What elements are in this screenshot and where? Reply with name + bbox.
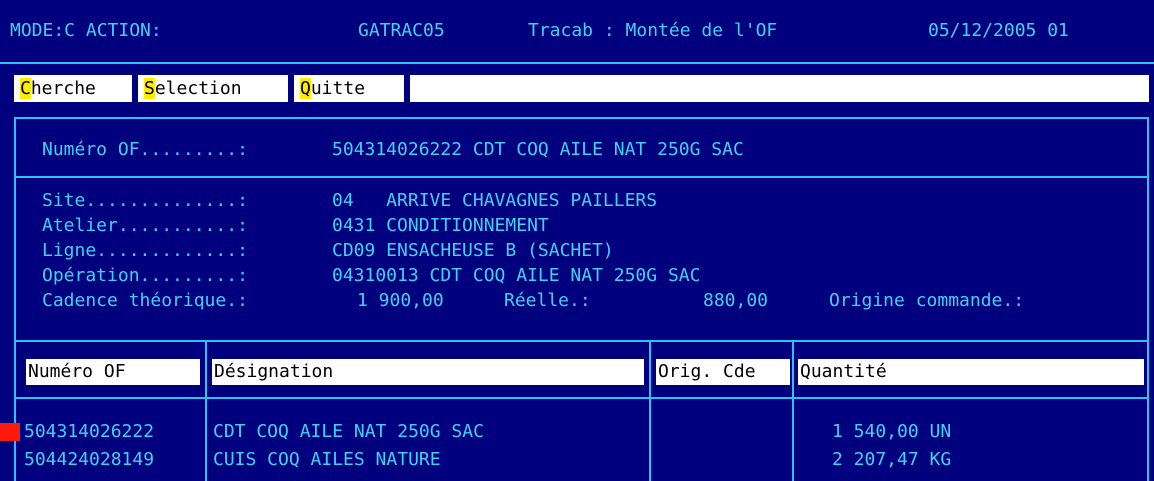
program-name: GATRAC05 [358, 20, 445, 41]
reelle-label: Réelle.: [504, 290, 591, 311]
row-2-designation[interactable]: CUIS COQ AILES NATURE [213, 448, 441, 472]
atelier-value: 0431 CONDITIONNEMENT [332, 215, 549, 236]
menu-separator [404, 75, 410, 102]
mode-indicator: MODE:C ACTION: [10, 20, 162, 41]
details-divider [16, 340, 1147, 342]
site-value: 04 ARRIVE CHAVAGNES PAILLERS [332, 190, 658, 211]
row-2-numero[interactable]: 504424028149 [24, 448, 154, 472]
atelier-label: Atelier...........: [42, 215, 248, 236]
of-value: 504314026222 CDT COQ AILE NAT 250G SAC [332, 139, 744, 160]
site-label: Site..............: [42, 190, 248, 211]
column-header-orig-cde[interactable]: Orig. Cde [656, 359, 790, 385]
menu-separator [132, 75, 138, 102]
operation-value: 04310013 CDT COQ AILE NAT 250G SAC [332, 265, 701, 286]
header-date: 05/12/2005 01 [928, 20, 1069, 41]
quitte-label: uitte [310, 78, 366, 99]
column-header-numero[interactable]: Numéro OF [26, 359, 200, 385]
row-1-designation[interactable]: CDT COQ AILE NAT 250G SAC [213, 420, 484, 444]
menu-separator [288, 75, 294, 102]
selection-button[interactable]: Selection [144, 77, 242, 100]
column-separator [205, 342, 207, 481]
reelle-value: 880,00 [703, 290, 769, 311]
header-divider [0, 62, 1154, 64]
quitte-button[interactable]: Quitte [300, 77, 365, 100]
screen-title: Tracab : Montée de l'OF [528, 20, 778, 41]
cherche-button[interactable]: Cherche [20, 77, 96, 100]
column-header-designation[interactable]: Désignation [212, 359, 644, 385]
current-row-marker [0, 423, 20, 441]
row-2-quantite[interactable]: 2 207,47 KG [832, 448, 951, 472]
operation-label: Opération.........: [42, 265, 248, 286]
ligne-label: Ligne.............: [42, 240, 248, 261]
cherche-hotkey: C [20, 78, 31, 99]
column-separator [649, 342, 651, 481]
selection-label: election [154, 78, 242, 99]
row-1-quantite[interactable]: 1 540,00 UN [832, 420, 951, 444]
cadence-label: Cadence théorique.: [42, 290, 248, 311]
cadence-value: 1 900,00 [357, 290, 444, 311]
column-header-quantite[interactable]: Quantité [798, 359, 1144, 385]
row-1-numero[interactable]: 504314026222 [24, 420, 154, 444]
cherche-label: herche [30, 78, 96, 99]
menu-bar: Cherche Selection Quitte [14, 75, 1149, 102]
table-header-divider [16, 397, 1147, 399]
column-separator [792, 342, 794, 481]
of-divider [16, 176, 1147, 178]
quitte-hotkey: Q [300, 78, 311, 99]
ligne-value: CD09 ENSACHEUSE B (SACHET) [332, 240, 614, 261]
origine-label: Origine commande.: [829, 290, 1025, 311]
selection-hotkey: S [144, 78, 155, 99]
of-label: Numéro OF.........: [42, 139, 248, 160]
